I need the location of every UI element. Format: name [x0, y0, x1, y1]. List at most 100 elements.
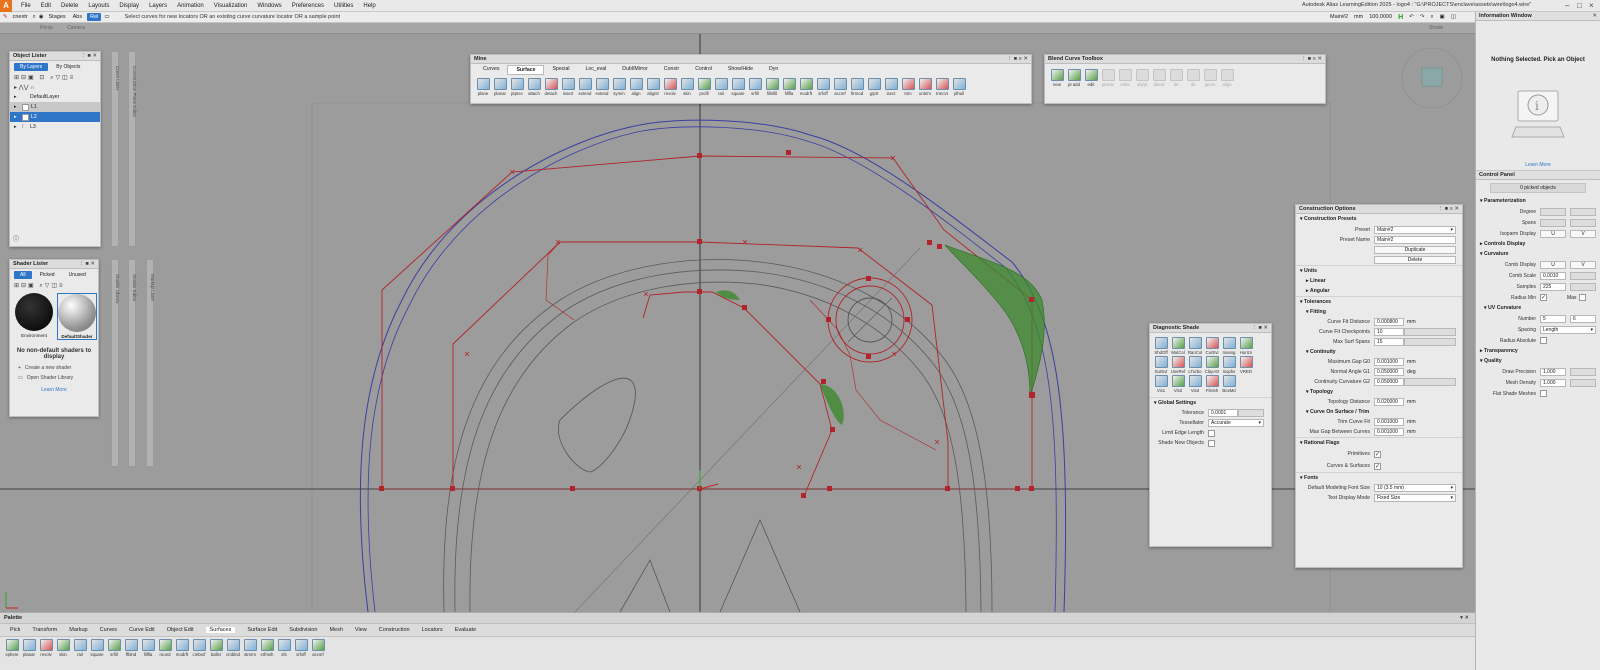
draw-precision-field[interactable]: 1.000	[1540, 367, 1566, 376]
palette-tab-view[interactable]: View	[355, 627, 367, 633]
tool-insert-button[interactable]: insert	[560, 78, 576, 96]
rel-toggle[interactable]: Rel	[87, 13, 102, 21]
tool-fillfla-button[interactable]: fillfla	[781, 78, 797, 96]
samples-field[interactable]: 225	[1540, 282, 1566, 291]
menu-layouts[interactable]: Layouts	[83, 3, 114, 9]
shelf-tab[interactable]: Dubl/Mirror	[614, 65, 656, 75]
menu-visualization[interactable]: Visualization	[209, 3, 253, 9]
quality-header[interactable]: ▾ Quality	[1476, 356, 1600, 366]
draw-precision-slider[interactable]	[1570, 367, 1596, 376]
tool-accsrf-button[interactable]: accsrf	[310, 639, 326, 657]
preset-name-field[interactable]: Main#2	[1374, 236, 1456, 244]
viewport-persp[interactable]: Persp	[40, 25, 53, 31]
mesh-density-slider[interactable]	[1570, 378, 1596, 387]
topology-header[interactable]: ▾ Topology	[1296, 387, 1462, 397]
max-gap-field[interactable]: 0.001000	[1374, 358, 1404, 366]
shelf-tab[interactable]: Control	[687, 65, 720, 75]
palette-tab-subdivision[interactable]: Subdivision	[289, 627, 317, 633]
snap-icon[interactable]: ◫	[1451, 14, 1456, 20]
close-icon[interactable]: ×	[1589, 1, 1594, 10]
curve-fit-checkpoints-field[interactable]: 10	[1374, 328, 1404, 336]
shader-library-bar[interactable]: Shader Library	[111, 259, 120, 467]
presets-header[interactable]: ▾ Construction Presets	[1296, 214, 1462, 225]
tool-trim-button[interactable]: trim	[900, 78, 916, 96]
shelf-tab[interactable]: Special	[544, 65, 577, 75]
curve-lister-bar[interactable]: Curve Lister	[111, 51, 120, 247]
tool-fillfla-button[interactable]: fillfla	[140, 639, 156, 657]
spans-u-field[interactable]	[1540, 218, 1566, 227]
menu-delete[interactable]: Delete	[56, 3, 83, 9]
limit-edge-checkbox[interactable]	[1208, 429, 1215, 437]
duplicate-button[interactable]: Duplicate	[1374, 246, 1456, 254]
controls-display-header[interactable]: ▸ Controls Display	[1476, 239, 1600, 249]
radius-max-checkbox[interactable]	[1579, 294, 1587, 301]
number-v-field[interactable]: 6	[1570, 314, 1596, 323]
close-icon[interactable]: ⋮ ■ ≡ ✕	[1301, 55, 1322, 64]
continuity-header[interactable]: ▾ Continuity	[1296, 347, 1462, 357]
palette-tab-curves[interactable]: Curves	[100, 627, 117, 633]
close-icon[interactable]: ⋮ ■ ✕	[79, 260, 96, 269]
curvature-header[interactable]: ▾ Curvature	[1476, 249, 1600, 259]
angular-header[interactable]: ▸ Angular	[1296, 286, 1462, 296]
cos-trim-header[interactable]: ▾ Curve On Surface / Trim	[1296, 407, 1462, 417]
shelf-tab[interactable]: Show/Hide	[720, 65, 761, 75]
viewport-camera[interactable]: Camera	[67, 25, 85, 31]
tool-skin-button[interactable]: skin	[55, 639, 71, 657]
close-icon[interactable]: ✕	[1592, 12, 1597, 21]
close-icon[interactable]: ⋮ ■ ≡ ✕	[1438, 205, 1459, 214]
tool-extend-button[interactable]: extend	[594, 78, 610, 96]
palette-tab-locators[interactable]: Locators	[422, 627, 443, 633]
palette-tab-object-edit[interactable]: Object Edit	[167, 627, 194, 633]
undo-icon[interactable]: ↶	[1409, 14, 1414, 20]
menu-file[interactable]: File	[16, 3, 36, 9]
tool-lturbo-button[interactable]: LTurbo	[1187, 356, 1203, 374]
tool-srfoff-button[interactable]: srfoff	[815, 78, 831, 96]
tool-mulcol-button[interactable]: MulCol	[1170, 337, 1186, 355]
tolerance-field[interactable]: 0.0001	[1208, 409, 1238, 417]
viewport-shade[interactable]: Shade	[1429, 25, 1443, 31]
tool-ptprec-button[interactable]: ptprec	[509, 78, 525, 96]
tool-trmcvt-button[interactable]: trmcvt	[934, 78, 950, 96]
tool-round-button[interactable]: round	[157, 639, 173, 657]
info-icon[interactable]: ⓘ	[13, 234, 19, 243]
camera-icon[interactable]: ▣	[1440, 14, 1445, 20]
topology-distance-field[interactable]: 0.020000	[1374, 398, 1404, 406]
palette-controls[interactable]: ▾ ✕	[1460, 615, 1469, 621]
normal-angle-field[interactable]: 0.050000	[1374, 368, 1404, 376]
close-icon[interactable]: ⋮ ■ ✕	[1252, 324, 1269, 333]
radius-min-checkbox[interactable]: ✓	[1540, 294, 1547, 301]
menu-utilities[interactable]: Utilities	[329, 3, 358, 9]
pick-icon[interactable]: ▭	[104, 14, 109, 20]
tool-isophs-button[interactable]: Isophs	[1221, 356, 1237, 374]
tool-boxmd-button[interactable]: BoxMd	[1221, 375, 1237, 393]
comb-u-button[interactable]: U	[1540, 260, 1566, 269]
tool-rancol-button[interactable]: RanCol	[1187, 337, 1203, 355]
tool-filesh-button[interactable]: FileSh	[1204, 375, 1220, 393]
tool-rail-button[interactable]: rail	[72, 639, 88, 657]
tool-ftrmod-button[interactable]: ftrmod	[849, 78, 865, 96]
tool-grprt-button[interactable]: grprt	[866, 78, 882, 96]
palette-tab-pick[interactable]: Pick	[10, 627, 20, 633]
stages-button[interactable]: Stages	[47, 14, 68, 20]
shader-environment[interactable]: Environment	[15, 293, 53, 340]
tool-detach-button[interactable]: detach	[543, 78, 559, 96]
palette-tab-construction[interactable]: Construction	[379, 627, 410, 633]
tool-clayao-button[interactable]: ClayAO	[1204, 356, 1220, 374]
search-icon[interactable]: ⌕	[33, 14, 36, 21]
tool-plhull-button[interactable]: plhull	[951, 78, 967, 96]
tool-attach-button[interactable]: attach	[526, 78, 542, 96]
trim-curve-fit-field[interactable]: 0.001000	[1374, 418, 1404, 426]
menu-layers[interactable]: Layers	[144, 3, 172, 9]
tab-picked[interactable]: Picked	[34, 271, 61, 279]
tool-ffblnd-button[interactable]: ffblnd	[123, 639, 139, 657]
delete-button[interactable]: Delete	[1374, 256, 1456, 264]
tool-cmblnd-button[interactable]: cmblnd	[225, 639, 241, 657]
comb-scale-slider[interactable]	[1570, 271, 1596, 280]
uv-curvature-header[interactable]: ▾ UV Curvature	[1476, 303, 1600, 313]
tolerances-header[interactable]: ▾ Tolerances	[1296, 296, 1462, 307]
tab-by-objects[interactable]: By Objects	[50, 63, 86, 71]
samples-slider[interactable]	[1570, 282, 1596, 291]
tool-vis3-button[interactable]: Vis3	[1187, 375, 1203, 393]
shelf-tab[interactable]: Constr	[656, 65, 687, 75]
max-surf-spans-field[interactable]: 15	[1374, 338, 1404, 346]
